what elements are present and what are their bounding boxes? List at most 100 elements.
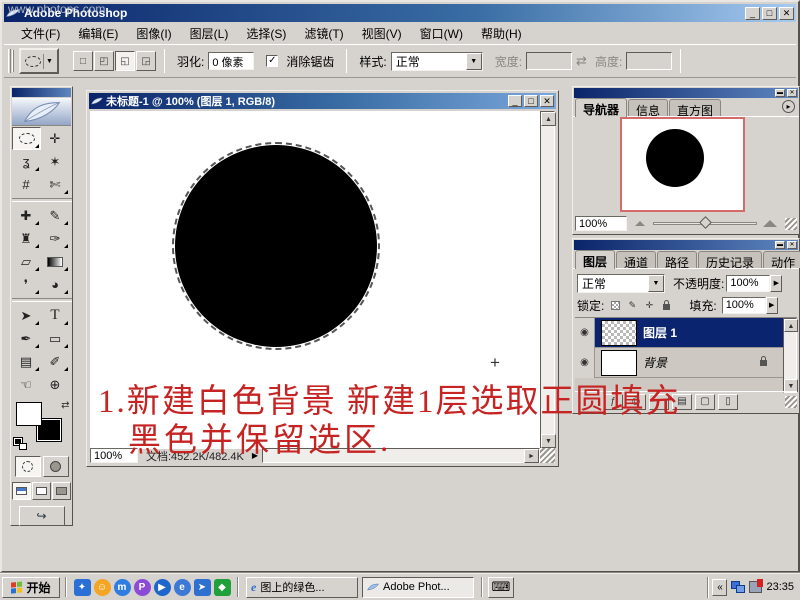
tool-path-selection[interactable]: ➤ — [12, 304, 41, 327]
tool-brush[interactable]: ✎ — [41, 204, 70, 227]
swap-colors-icon[interactable]: ⇄ — [61, 400, 69, 411]
tab-info[interactable]: 信息 — [628, 99, 668, 116]
default-colors-icon[interactable] — [14, 438, 27, 450]
maximize-button[interactable]: □ — [762, 7, 777, 20]
selection-mode-subtract-button[interactable]: ◱ — [115, 51, 135, 71]
selection-mode-new-button[interactable]: □ — [73, 51, 93, 71]
tool-notes[interactable]: ▤ — [12, 350, 41, 373]
foreground-color-swatch[interactable] — [16, 402, 42, 426]
layer1-thumbnail[interactable] — [601, 320, 637, 346]
quick-launch-7-icon[interactable]: ➤ — [194, 579, 211, 596]
tool-preset-picker[interactable]: ▼ — [19, 48, 59, 74]
navigator-preview[interactable] — [620, 117, 745, 212]
tab-channels[interactable]: 通道 — [616, 251, 656, 268]
layers-palette-titlebar[interactable]: ▬ ✕ — [574, 240, 798, 250]
network-status-icon[interactable] — [731, 581, 745, 593]
delete-layer-button[interactable]: ▯ — [718, 394, 738, 410]
opacity-arrow-icon[interactable]: ▶ — [770, 275, 782, 292]
visibility-toggle[interactable]: ◉ — [575, 318, 595, 348]
standard-mode-button[interactable] — [15, 456, 41, 477]
width-input[interactable] — [526, 52, 572, 70]
new-layer-button[interactable]: ▢ — [695, 394, 715, 410]
tray-collapse-button[interactable]: « — [712, 579, 727, 596]
quick-launch-3-icon[interactable]: m — [114, 579, 131, 596]
start-button[interactable]: 开始 — [2, 577, 60, 598]
tab-paths[interactable]: 路径 — [657, 251, 697, 268]
slider-thumb[interactable] — [699, 216, 712, 229]
doc-maximize-button[interactable]: □ — [524, 95, 538, 107]
lock-position-button[interactable]: ✛ — [641, 298, 657, 313]
tab-navigator[interactable]: 导航器 — [575, 98, 627, 117]
minimize-button[interactable]: _ — [745, 7, 760, 20]
navigator-zoom-input[interactable]: 100% — [575, 216, 627, 231]
photoshop-logo[interactable] — [12, 98, 71, 126]
tool-healing-brush[interactable]: ✚ — [12, 204, 41, 227]
palette-minimize-icon[interactable]: ▬ — [775, 241, 785, 249]
tool-move[interactable]: ✛ — [41, 127, 70, 150]
antialias-checkbox[interactable]: ✓ — [266, 55, 278, 67]
lock-pixels-button[interactable]: ✎ — [624, 298, 640, 313]
options-bar-grip[interactable] — [8, 49, 11, 73]
tool-elliptical-marquee[interactable] — [12, 127, 41, 150]
tab-histogram[interactable]: 直方图 — [669, 99, 721, 116]
tab-actions[interactable]: 动作 — [763, 251, 800, 268]
standard-screen-mode-button[interactable] — [12, 482, 31, 500]
menu-file[interactable]: 文件(F) — [12, 23, 69, 44]
toolbox-titlebar[interactable] — [12, 88, 71, 97]
menu-view[interactable]: 视图(V) — [353, 23, 411, 44]
menu-select[interactable]: 选择(S) — [237, 23, 295, 44]
tool-zoom[interactable]: ⊕ — [41, 373, 70, 396]
palette-menu-icon[interactable]: ▸ — [782, 100, 795, 113]
style-select[interactable]: 正常 ▼ — [391, 52, 483, 71]
swap-dimensions-icon[interactable]: ⇄ — [576, 53, 587, 69]
palette-minimize-icon[interactable]: ▬ — [775, 89, 785, 97]
tool-crop[interactable]: # — [12, 173, 41, 196]
quick-launch-2-icon[interactable]: ☺ — [94, 579, 111, 596]
layer1-name[interactable]: 图层 1 — [643, 324, 677, 341]
zoom-in-button[interactable] — [763, 220, 777, 227]
doc-close-button[interactable]: ✕ — [540, 95, 554, 107]
palette-close-icon[interactable]: ✕ — [787, 241, 797, 249]
tab-layers[interactable]: 图层 — [575, 250, 615, 269]
quick-launch-4-icon[interactable]: P — [134, 579, 151, 596]
close-button[interactable]: ✕ — [779, 7, 794, 20]
blend-mode-select[interactable]: 正常 ▼ — [577, 274, 665, 293]
menu-image[interactable]: 图像(I) — [127, 23, 180, 44]
quick-mask-mode-button[interactable] — [43, 456, 69, 477]
document-titlebar[interactable]: 未标题-1 @ 100% (图层 1, RGB/8) _ □ ✕ — [89, 93, 556, 109]
feather-input[interactable]: 0 像素 — [208, 52, 254, 70]
menu-filter[interactable]: 滤镜(T) — [295, 23, 352, 44]
fill-input[interactable]: 100% — [722, 297, 766, 314]
visibility-toggle[interactable]: ◉ — [575, 348, 595, 378]
selection-mode-add-button[interactable]: ◰ — [94, 51, 114, 71]
zoom-out-button[interactable] — [635, 221, 645, 226]
tool-shape[interactable]: ▭ — [41, 327, 70, 350]
navigator-palette-titlebar[interactable]: ▬ ✕ — [574, 88, 798, 98]
tool-eraser[interactable]: ▱ — [12, 250, 41, 273]
chevron-down-icon[interactable]: ▼ — [466, 53, 482, 70]
menu-window[interactable]: 窗口(W) — [411, 23, 472, 44]
input-method-keyboard-icon[interactable]: ⌨ — [488, 577, 514, 598]
taskbar-button-photoshop[interactable]: Adobe Phot... — [362, 577, 474, 598]
navigator-zoom-slider[interactable] — [653, 222, 757, 225]
palette-close-icon[interactable]: ✕ — [787, 89, 797, 97]
selection-mode-intersect-button[interactable]: ◲ — [136, 51, 156, 71]
quick-launch-5-icon[interactable]: ▶ — [154, 579, 171, 596]
tray-alert-icon[interactable] — [749, 581, 762, 593]
tool-type[interactable]: T — [41, 304, 70, 327]
chevron-down-icon[interactable]: ▼ — [648, 275, 664, 292]
tool-gradient[interactable] — [41, 250, 70, 273]
tab-history[interactable]: 历史记录 — [698, 251, 762, 268]
opacity-input[interactable]: 100% — [726, 275, 770, 292]
background-name[interactable]: 背景 — [643, 354, 667, 371]
palette-resize-grip[interactable] — [785, 218, 797, 230]
layer-list-scrollbar[interactable]: ▲ ▼ — [783, 318, 797, 393]
tool-pen[interactable]: ✒ — [12, 327, 41, 350]
tool-slice[interactable]: ✄ — [41, 173, 70, 196]
scroll-up-icon[interactable]: ▲ — [541, 112, 556, 126]
doc-minimize-button[interactable]: _ — [508, 95, 522, 107]
background-thumbnail[interactable] — [601, 350, 637, 376]
scroll-up-icon[interactable]: ▲ — [784, 319, 798, 332]
resize-grip[interactable] — [540, 448, 555, 463]
quick-launch-8-icon[interactable]: ◆ — [214, 579, 231, 596]
